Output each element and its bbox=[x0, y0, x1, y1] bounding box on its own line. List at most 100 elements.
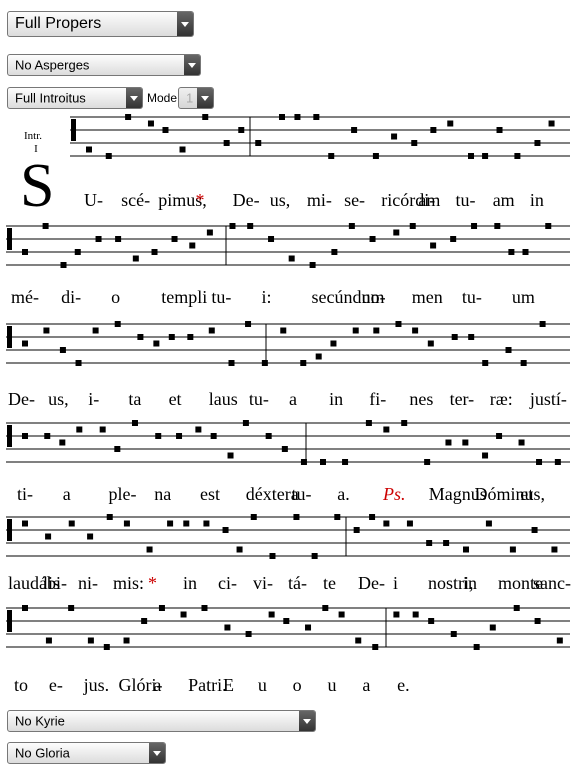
chant-neume bbox=[505, 347, 512, 353]
chant-neume bbox=[155, 433, 162, 439]
asperges-select[interactable]: No Asperges bbox=[7, 54, 201, 76]
introitus-select-value: Full Introitus bbox=[15, 90, 86, 106]
gloria-select[interactable]: No Gloria bbox=[7, 742, 166, 764]
lyric-syllable: mi- bbox=[307, 190, 332, 210]
lyric-syllable: tu- bbox=[292, 484, 312, 504]
chant-neume bbox=[195, 426, 202, 433]
chant-neume bbox=[322, 605, 329, 611]
kyrie-select[interactable]: No Kyrie bbox=[7, 710, 316, 732]
chant-neume bbox=[522, 249, 529, 255]
lyric-syllable: et bbox=[520, 484, 533, 504]
lyric-syllable: in bbox=[530, 190, 544, 210]
chant-neume bbox=[482, 360, 489, 366]
chant-neume bbox=[223, 140, 230, 146]
chant-neume bbox=[331, 249, 338, 255]
chant-neume bbox=[22, 605, 28, 611]
chant-neume bbox=[315, 353, 322, 360]
lyric-syllable: est bbox=[200, 484, 220, 504]
chant-neume bbox=[103, 644, 110, 650]
chant-score: Intr. I S U-scé-pimus,* De-us, mi-se-ricór… bbox=[6, 114, 571, 695]
chant-neume bbox=[206, 229, 213, 236]
lyric-syllable: sanc- bbox=[533, 573, 571, 593]
lyric-syllable: us, bbox=[48, 389, 69, 409]
lyric-syllable: E bbox=[223, 675, 234, 695]
chant-neume bbox=[60, 262, 67, 268]
chant-neume bbox=[99, 426, 106, 433]
chant-neume bbox=[210, 433, 217, 439]
chant-neume bbox=[482, 452, 489, 459]
lyric-syllable: am bbox=[418, 190, 440, 210]
gloria-select-value: No Gloria bbox=[15, 745, 70, 761]
asperges-select-value: No Asperges bbox=[15, 57, 90, 73]
chant-neume bbox=[245, 321, 252, 327]
lyric-syllable: o bbox=[293, 675, 302, 695]
chant-neume bbox=[330, 340, 337, 347]
mode-select-value: 1 bbox=[186, 90, 194, 106]
chant-neume bbox=[401, 420, 408, 426]
chant-neume bbox=[45, 533, 52, 540]
chant-neume bbox=[450, 236, 457, 242]
chant-neume bbox=[365, 420, 372, 426]
lyric-syllable: Patri. bbox=[188, 675, 227, 695]
lyric-syllable: tu- bbox=[211, 287, 231, 307]
chant-neume bbox=[471, 223, 478, 229]
chant-neume bbox=[352, 327, 359, 334]
chant-neume bbox=[451, 334, 458, 340]
lyric-syllable: De- bbox=[8, 389, 35, 409]
chant-neume bbox=[87, 533, 94, 540]
lyric-syllable: Dóminus, bbox=[475, 484, 546, 504]
chant-neume bbox=[203, 520, 210, 527]
lyric-syllable: vi- bbox=[253, 573, 273, 593]
chant-neume bbox=[76, 426, 83, 433]
propers-select[interactable]: Full Propers bbox=[7, 11, 194, 37]
lyric-syllable: in bbox=[183, 573, 197, 593]
chant-neume bbox=[508, 249, 515, 255]
lyric-syllable: di- bbox=[61, 287, 81, 307]
lyric-syllable: justí- bbox=[529, 389, 567, 409]
lyric-syllable: scé- bbox=[121, 190, 150, 210]
chant-neume bbox=[281, 446, 288, 452]
chant-neume bbox=[44, 433, 51, 439]
lyric-syllable: u bbox=[258, 675, 267, 695]
chant-neume bbox=[328, 153, 335, 159]
lyric-syllable: fi- bbox=[369, 389, 386, 409]
chant-neume bbox=[545, 223, 552, 229]
chant-neume bbox=[412, 611, 419, 618]
chant-neume bbox=[171, 236, 178, 242]
chant-neume bbox=[151, 249, 158, 255]
chant-neume bbox=[137, 334, 144, 340]
chevron-down-icon bbox=[184, 55, 200, 75]
chant-neume bbox=[383, 426, 390, 433]
chant-neume bbox=[22, 249, 28, 255]
chant-neume bbox=[514, 153, 521, 159]
chant-neume bbox=[513, 605, 520, 611]
chant-neume bbox=[132, 255, 139, 262]
chant-neume bbox=[409, 223, 416, 229]
chant-neume bbox=[141, 618, 148, 624]
chant-neume bbox=[162, 127, 169, 133]
chant-neume bbox=[228, 360, 235, 366]
chant-neume bbox=[496, 127, 503, 133]
chant-neume bbox=[489, 624, 496, 631]
mode-label: Mode bbox=[147, 91, 178, 105]
lyric-syllable: tu- bbox=[456, 190, 476, 210]
chant-neume bbox=[294, 114, 301, 120]
chant-neume bbox=[520, 360, 527, 366]
chant-neume bbox=[496, 433, 503, 439]
chant-neume bbox=[147, 120, 154, 127]
lyric-syllable: no- bbox=[362, 287, 386, 307]
chant-neume bbox=[319, 459, 326, 465]
lyric-syllable: e- bbox=[49, 675, 63, 695]
do-clef-icon bbox=[7, 425, 12, 447]
chant-neume bbox=[86, 146, 92, 153]
lyric-syllable: na bbox=[154, 484, 171, 504]
do-clef-icon bbox=[7, 326, 12, 348]
lyric-syllable: * bbox=[195, 190, 204, 210]
chant-neume bbox=[428, 618, 435, 624]
chant-neume bbox=[447, 120, 454, 127]
lyric-syllable: Ps. bbox=[382, 484, 406, 504]
chevron-down-icon bbox=[177, 12, 193, 36]
lyric-syllable: nes bbox=[409, 389, 433, 409]
chant-neume bbox=[351, 127, 358, 133]
lyric-syllable: ni- bbox=[78, 573, 98, 593]
